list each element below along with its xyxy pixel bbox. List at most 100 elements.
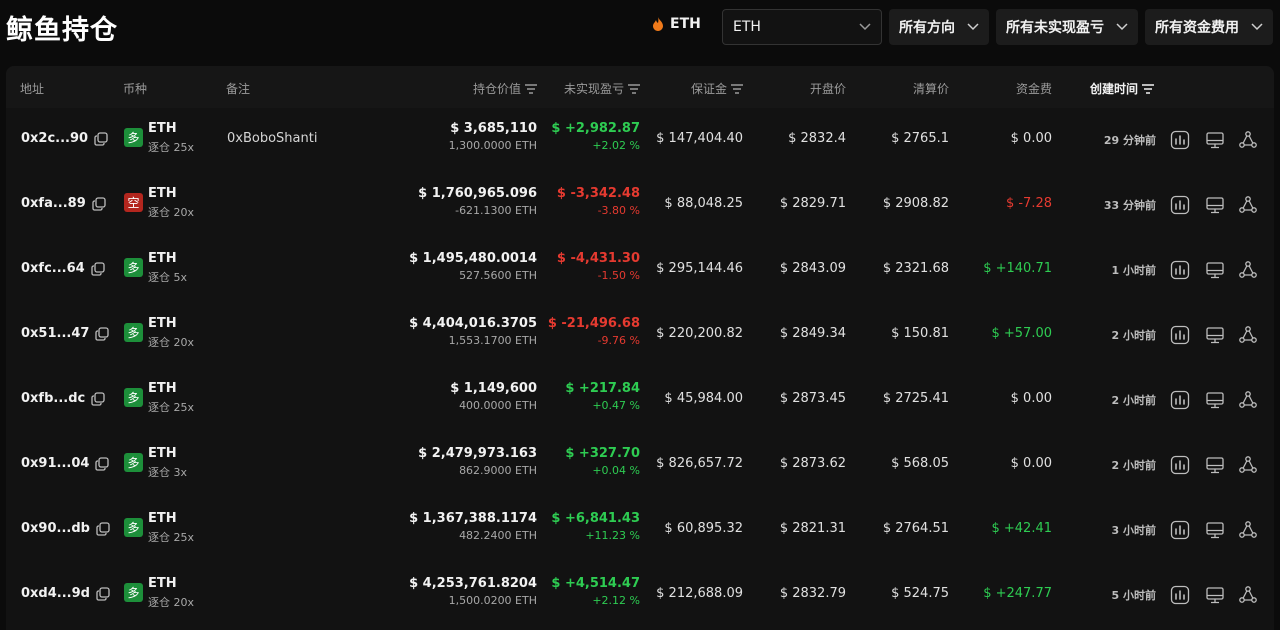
col-created[interactable]: 创建时间: [1090, 80, 1155, 97]
coin-symbol: ETH: [148, 446, 177, 461]
coin-symbol: ETH: [148, 186, 177, 201]
network-icon[interactable]: [1238, 260, 1258, 280]
fee-filter[interactable]: 所有资金费用: [1145, 9, 1273, 45]
leverage-text: 逐仓 20x: [148, 596, 195, 609]
liquidation-price: $ 2764.51: [882, 521, 949, 536]
position-value: $ 3,685,110: [450, 121, 537, 136]
network-icon[interactable]: [1238, 520, 1258, 540]
chevron-down-icon: [967, 23, 979, 31]
network-icon[interactable]: [1238, 455, 1258, 475]
copy-icon[interactable]: [95, 456, 110, 471]
direction-filter[interactable]: 所有方向: [889, 9, 989, 45]
copy-icon[interactable]: [95, 326, 110, 341]
address-cell[interactable]: 0x91...04: [21, 456, 110, 471]
liquidation-price: $ 2725.41: [882, 391, 949, 406]
col-pnl[interactable]: 未实现盈亏: [564, 80, 640, 97]
funding-fee: $ +247.77: [983, 586, 1052, 601]
monitor-icon[interactable]: [1205, 390, 1225, 410]
created-time: 33 分钟前: [1103, 199, 1156, 212]
address-cell[interactable]: 0x51...47: [21, 326, 110, 341]
table-row[interactable]: 0x51...47 多 ETH 逐仓 20x $ 4,404,016.3705 …: [6, 303, 1274, 368]
table-row[interactable]: 0xd4...9d 多 ETH 逐仓 20x $ 4,253,761.8204 …: [6, 563, 1274, 628]
funding-fee: $ 0.00: [1010, 391, 1052, 406]
liquidation-price: $ 2321.68: [882, 261, 949, 276]
copy-icon[interactable]: [92, 196, 106, 211]
leverage-text: 逐仓 25x: [148, 531, 195, 544]
position-qty: -621.1300 ETH: [455, 204, 537, 217]
address-cell[interactable]: 0xd4...9d: [21, 586, 110, 601]
col-open: 开盘价: [809, 82, 846, 96]
monitor-icon[interactable]: [1205, 325, 1225, 345]
pnl-percent: -1.50 %: [597, 269, 640, 282]
network-icon[interactable]: [1238, 325, 1258, 345]
monitor-icon[interactable]: [1205, 585, 1225, 605]
pnl-percent: +2.12 %: [592, 594, 640, 607]
col-created-label: 创建时间: [1090, 82, 1139, 96]
chart-icon[interactable]: [1170, 195, 1190, 215]
table-row[interactable]: 0x2c...90 多 ETH 逐仓 25x 0xBoboShanti $ 3,…: [6, 108, 1274, 173]
coin-select[interactable]: ETH: [722, 9, 882, 45]
address-cell[interactable]: 0x2c...90: [21, 131, 108, 146]
chart-icon[interactable]: [1170, 260, 1190, 280]
monitor-icon[interactable]: [1205, 260, 1225, 280]
monitor-icon[interactable]: [1205, 455, 1225, 475]
pnl-percent: -3.80 %: [597, 204, 640, 217]
table-row[interactable]: 0xfc...64 多 ETH 逐仓 5x $ 1,495,480.0014 5…: [6, 238, 1274, 303]
network-icon[interactable]: [1238, 585, 1258, 605]
unrealized-pnl: $ +2,982.87: [551, 121, 640, 136]
copy-icon[interactable]: [96, 586, 110, 601]
open-price: $ 2821.31: [779, 521, 846, 536]
unrealized-pnl: $ +4,514.47: [551, 576, 640, 591]
address-cell[interactable]: 0xfa...89: [21, 196, 106, 211]
chart-icon[interactable]: [1170, 585, 1190, 605]
positions-table: 地址 币种 备注 持仓价值 未实现盈亏 保证金 开盘价 清算价 资金费 创建时间…: [6, 66, 1274, 630]
table-row[interactable]: 0x91...04 多 ETH 逐仓 3x $ 2,479,973.163 86…: [6, 433, 1274, 498]
position-qty: 1,500.0200 ETH: [448, 594, 537, 607]
copy-icon[interactable]: [94, 131, 108, 146]
address-cell[interactable]: 0xfb...dc: [21, 391, 105, 406]
pnl-percent: +0.47 %: [592, 399, 640, 412]
position-value: $ 1,760,965.096: [418, 186, 537, 201]
monitor-icon[interactable]: [1205, 195, 1225, 215]
pnl-filter-value: 所有未实现盈亏: [1006, 20, 1104, 36]
address-text: 0xfa...89: [21, 196, 86, 211]
col-margin[interactable]: 保证金: [691, 80, 743, 97]
address-cell[interactable]: 0xfc...64: [21, 261, 105, 276]
open-price: $ 2849.34: [779, 326, 846, 341]
margin-value: $ 220,200.82: [656, 326, 743, 341]
copy-icon[interactable]: [91, 261, 105, 276]
open-price: $ 2832.79: [779, 586, 846, 601]
network-icon[interactable]: [1238, 130, 1258, 150]
pnl-filter[interactable]: 所有未实现盈亏: [996, 9, 1138, 45]
funding-fee: $ +140.71: [983, 261, 1052, 276]
col-note: 备注: [226, 82, 251, 96]
copy-icon[interactable]: [96, 521, 110, 536]
chart-icon[interactable]: [1170, 455, 1190, 475]
copy-icon[interactable]: [91, 391, 105, 406]
funding-fee: $ +42.41: [991, 521, 1052, 536]
filter-icon: [731, 83, 743, 94]
liquidation-price: $ 150.81: [891, 326, 949, 341]
filter-icon: [628, 83, 640, 94]
position-value: $ 4,253,761.8204: [409, 576, 537, 591]
chart-icon[interactable]: [1170, 130, 1190, 150]
network-icon[interactable]: [1238, 195, 1258, 215]
address-text: 0xd4...9d: [21, 586, 90, 601]
table-row[interactable]: 0xfa...89 空 ETH 逐仓 20x $ 1,760,965.096 -…: [6, 173, 1274, 238]
network-icon[interactable]: [1238, 390, 1258, 410]
monitor-icon[interactable]: [1205, 520, 1225, 540]
table-row[interactable]: 0x90...db 多 ETH 逐仓 25x $ 1,367,388.1174 …: [6, 498, 1274, 563]
table-row[interactable]: 0xfb...dc 多 ETH 逐仓 25x $ 1,149,600 400.0…: [6, 368, 1274, 433]
chart-icon[interactable]: [1170, 390, 1190, 410]
coin-symbol: ETH: [148, 576, 177, 591]
chart-icon[interactable]: [1170, 520, 1190, 540]
liquidation-price: $ 2765.1: [891, 131, 949, 146]
col-margin-label: 保证金: [690, 82, 727, 96]
position-value: $ 2,479,973.163: [418, 446, 537, 461]
chart-icon[interactable]: [1170, 325, 1190, 345]
col-value[interactable]: 持仓价值: [473, 80, 537, 97]
note-text: 0xBoboShanti: [227, 131, 318, 146]
address-cell[interactable]: 0x90...db: [21, 521, 110, 536]
position-value: $ 4,404,016.3705: [409, 316, 537, 331]
monitor-icon[interactable]: [1205, 130, 1225, 150]
